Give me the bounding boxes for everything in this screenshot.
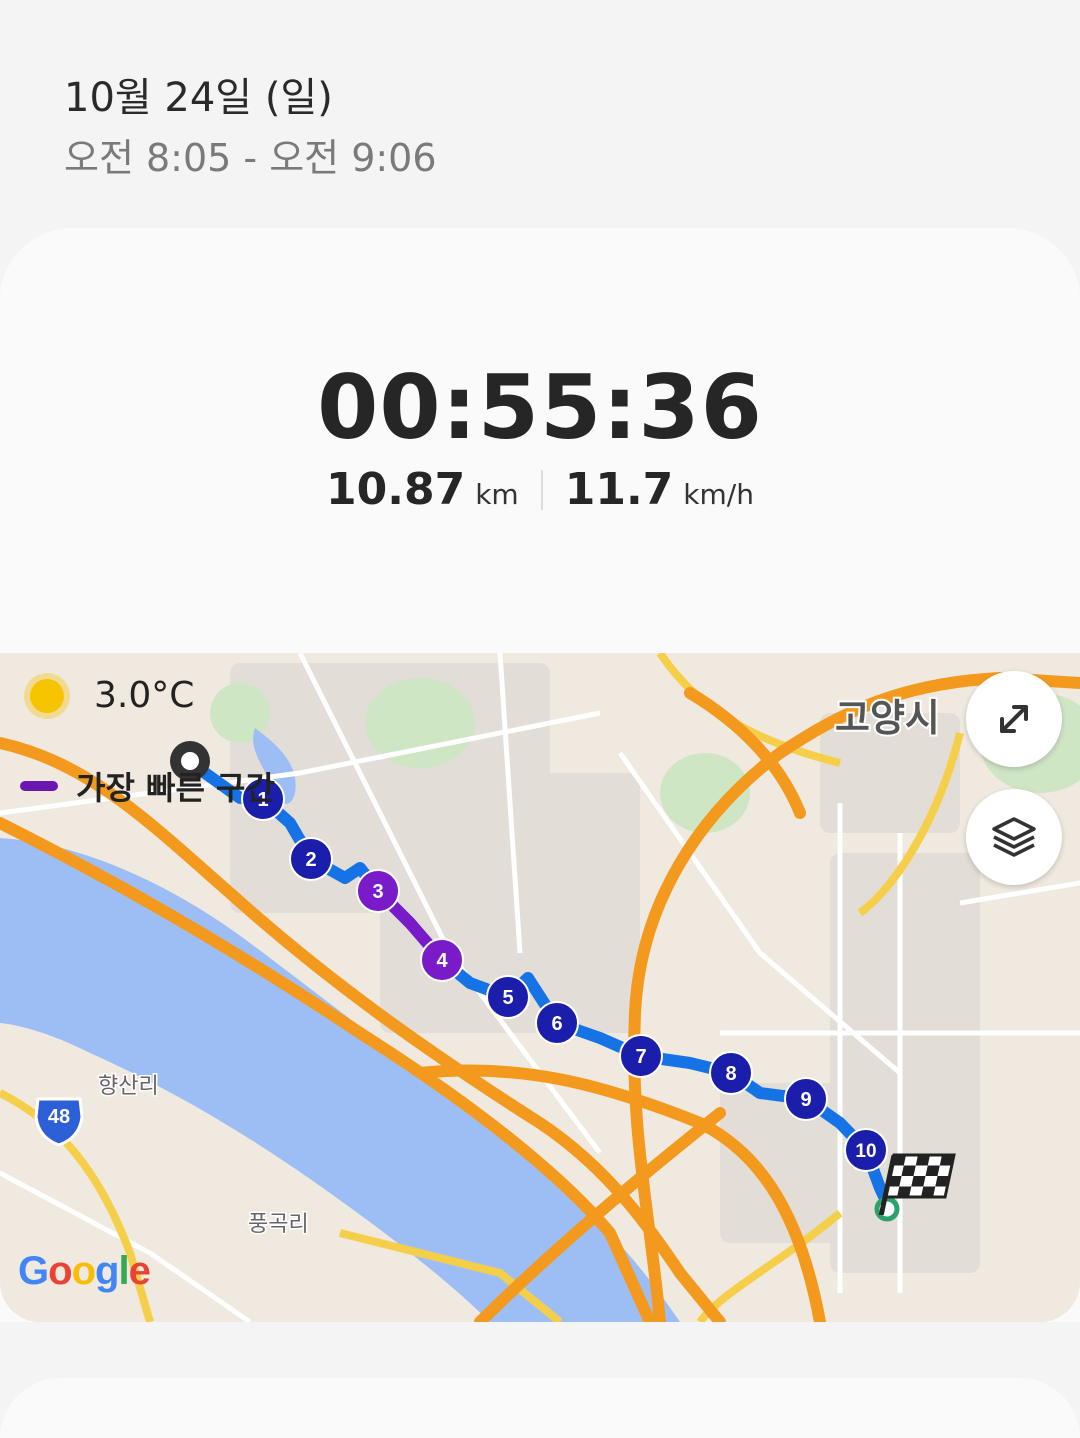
km-marker-label: 10 <box>855 1141 876 1162</box>
workout-date: 10월 24일 (일) <box>64 75 333 121</box>
workout-time-range: 오전 8:05 - 오전 9:06 <box>64 136 437 180</box>
place-label-punggok: 풍곡리 <box>248 1212 309 1237</box>
route-map[interactable]: 48 고양시 향산리 풍곡리 1 2 3 4 5 6 7 8 9 10 3.0°… <box>0 653 1080 1322</box>
km-marker-label: 7 <box>635 1046 646 1068</box>
km-marker-label: 3 <box>372 881 383 903</box>
expand-icon <box>1000 705 1028 733</box>
google-attribution: Google <box>18 1249 151 1293</box>
layers-icon <box>992 817 1036 857</box>
km-marker-3: 3 <box>356 869 400 913</box>
workout-summary-card: 00:55:36 10.87 km 11.7 km/h 48 고양시 향산리 풍… <box>0 228 1080 1322</box>
km-marker-9: 9 <box>784 1077 828 1121</box>
end-point-icon <box>874 1196 900 1222</box>
km-marker-label: 5 <box>502 987 513 1009</box>
km-marker-4: 4 <box>420 938 464 982</box>
km-marker-label: 8 <box>725 1063 736 1085</box>
km-marker-6: 6 <box>535 1001 579 1045</box>
road-badge-label: 48 <box>48 1106 70 1128</box>
km-marker-label: 9 <box>800 1089 811 1111</box>
km-marker-label: 4 <box>436 950 448 972</box>
place-label-goyang: 고양시 <box>835 696 940 740</box>
distance-value: 10.87 <box>326 464 466 515</box>
km-marker-label: 2 <box>305 849 316 871</box>
speed-unit: km/h <box>683 478 754 511</box>
weather-info: 3.0°C <box>30 675 194 716</box>
stats-divider <box>540 469 543 510</box>
km-marker-7: 7 <box>619 1034 663 1078</box>
stats-row: 10.87 km 11.7 km/h <box>0 464 1080 515</box>
workout-date-header: 10월 24일 (일) 오전 8:05 - 오전 9:06 <box>64 74 437 182</box>
legend-label: 가장 빠른 구간 <box>76 769 275 807</box>
place-label-hyangsan: 향산리 <box>98 1074 159 1099</box>
distance-unit: km <box>475 478 519 511</box>
expand-map-button[interactable] <box>966 671 1062 767</box>
sun-icon <box>30 678 64 713</box>
km-marker-2: 2 <box>289 837 333 881</box>
map-layers-button[interactable] <box>966 789 1062 885</box>
next-card-peek <box>0 1378 1080 1438</box>
km-marker-5: 5 <box>486 975 530 1019</box>
duration-value: 00:55:36 <box>317 356 763 459</box>
fastest-segment-legend: 가장 빠른 구간 <box>20 763 275 809</box>
speed-value: 11.7 <box>564 464 674 515</box>
km-marker-10: 10 <box>844 1128 888 1172</box>
map-canvas: 48 고양시 향산리 풍곡리 12345678910 <box>0 653 1080 1322</box>
km-marker-8: 8 <box>709 1051 753 1095</box>
legend-swatch <box>20 781 58 791</box>
temperature: 3.0°C <box>94 675 195 716</box>
km-marker-label: 6 <box>551 1013 562 1035</box>
